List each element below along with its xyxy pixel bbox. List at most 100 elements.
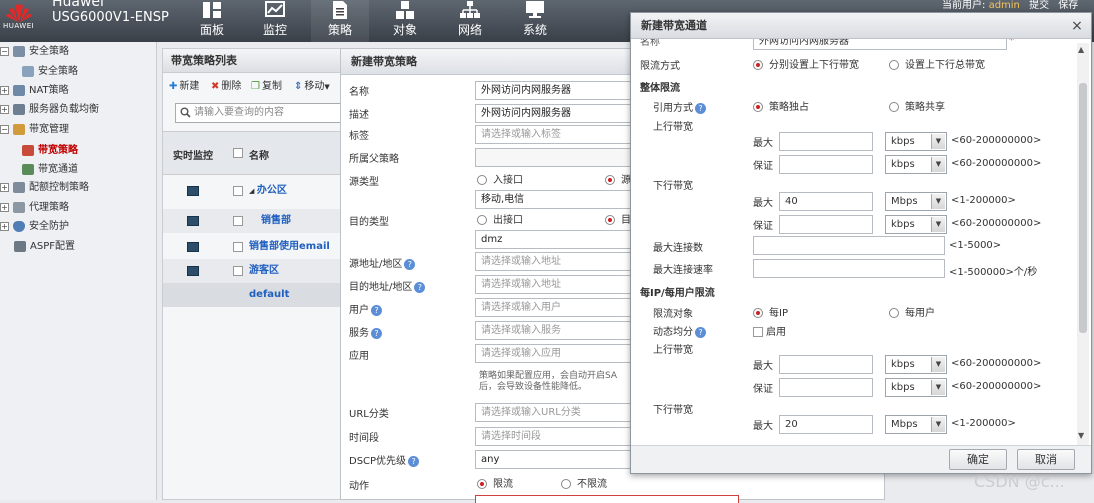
help-icon[interactable]: ? <box>371 304 382 316</box>
tree-item-nat-policy[interactable]: + NAT策略 <box>0 82 69 100</box>
nav-system[interactable]: 系统 <box>506 0 564 42</box>
row-checkbox[interactable] <box>233 216 243 226</box>
per-up-max-input[interactable] <box>779 355 873 374</box>
nav-policy[interactable]: 策略 <box>311 0 369 42</box>
table-row-default[interactable]: default <box>163 283 341 307</box>
expand-icon[interactable]: + <box>0 202 9 212</box>
select-all-checkbox[interactable] <box>233 148 243 158</box>
monitor-icon[interactable] <box>187 242 199 252</box>
scrollbar-thumb[interactable] <box>1079 83 1087 333</box>
per-up-guar-input[interactable] <box>779 378 873 397</box>
ok-button[interactable]: 确定 <box>949 449 1007 470</box>
submit-link[interactable]: 提交 <box>1029 0 1049 11</box>
tree-item-security-policy[interactable]: − 安全策略 <box>0 43 69 61</box>
tree-item-protection[interactable]: + 安全防护 <box>0 218 69 236</box>
tree-item-proxy[interactable]: + 代理策略 <box>0 199 69 217</box>
limit-mode-total-radio[interactable]: 设置上下行总带宽 <box>889 56 985 71</box>
overall-up-max-unit-select[interactable]: kbps ▼ <box>885 132 947 151</box>
source-type-interface-radio[interactable]: 入接口 <box>477 171 523 186</box>
partial-input-cutoff[interactable] <box>475 495 739 503</box>
destination-type-zone-radio[interactable]: 目 <box>605 211 631 226</box>
copy-button[interactable]: ❐ 复制 <box>251 79 282 95</box>
help-icon[interactable]: ? <box>695 102 706 114</box>
move-button[interactable]: ⇕ 移动▼ <box>294 79 330 95</box>
table-row[interactable]: 游客区 <box>163 259 341 283</box>
overall-up-max-input[interactable] <box>779 132 873 151</box>
row-checkbox[interactable] <box>233 242 243 252</box>
tree-item-bandwidth-policy[interactable]: 带宽策略 <box>22 142 78 160</box>
tag-input[interactable]: 请选择或输入标签 <box>475 125 635 144</box>
new-button[interactable]: ✚ 新建 <box>169 79 199 95</box>
tree-item-security-policy-sub[interactable]: 安全策略 <box>22 63 78 81</box>
action-limit-radio[interactable]: 限流 <box>477 475 513 490</box>
cancel-button[interactable]: 取消 <box>1017 449 1075 470</box>
overall-up-guar-unit-select[interactable]: kbps ▼ <box>885 155 947 174</box>
action-nolimit-radio[interactable]: 不限流 <box>561 475 607 490</box>
dialog-scrollbar[interactable]: ▲ ▼ <box>1077 43 1089 445</box>
reference-exclusive-radio[interactable]: 策略独占 <box>753 98 809 113</box>
help-icon[interactable]: ? <box>404 258 416 270</box>
per-up-guar-unit-select[interactable]: kbps ▼ <box>885 378 947 397</box>
tree-item-aspf[interactable]: ASPF配置 <box>14 238 75 256</box>
monitor-icon[interactable] <box>187 186 199 196</box>
tree-item-quota[interactable]: + 配额控制策略 <box>0 179 89 197</box>
source-type-zone-radio[interactable]: 源 <box>605 171 631 186</box>
scroll-down-icon[interactable]: ▼ <box>1078 431 1084 440</box>
application-input[interactable]: 请选择或输入应用 <box>475 344 635 363</box>
reference-shared-radio[interactable]: 策略共享 <box>889 98 945 113</box>
description-input[interactable]: 外网访问内网服务器 <box>475 104 635 123</box>
nav-monitor[interactable]: 监控 <box>246 0 304 42</box>
user-input[interactable]: 请选择或输入用户 <box>475 298 635 317</box>
limit-mode-separate-radio[interactable]: 分别设置上下行带宽 <box>753 56 859 71</box>
limit-object-ip-radio[interactable]: 每IP <box>753 304 788 319</box>
expand-icon[interactable]: + <box>0 85 9 95</box>
nav-network[interactable]: 网络 <box>441 0 499 42</box>
time-range-input[interactable]: 请选择时间段 <box>475 427 635 446</box>
close-icon[interactable]: × <box>1067 16 1087 36</box>
collapse-icon[interactable]: − <box>0 124 9 134</box>
help-icon[interactable]: ? <box>695 326 706 338</box>
destination-zone-input[interactable]: dmz <box>475 230 635 249</box>
row-checkbox[interactable] <box>233 186 243 196</box>
source-zone-input[interactable]: 移动,电信 <box>475 190 635 209</box>
tree-item-slb[interactable]: + 服务器负载均衡 <box>0 101 99 119</box>
nav-dashboard[interactable]: 面板 <box>183 0 241 42</box>
expand-icon[interactable]: + <box>0 182 9 192</box>
per-up-max-unit-select[interactable]: kbps ▼ <box>885 355 947 374</box>
service-input[interactable]: 请选择或输入服务 <box>475 321 635 340</box>
overall-down-max-unit-select[interactable]: Mbps ▼ <box>885 192 947 211</box>
dynamic-share-checkbox[interactable]: 启用 <box>753 323 786 338</box>
overall-down-guar-unit-select[interactable]: kbps ▼ <box>885 215 947 234</box>
parent-policy-input[interactable] <box>475 148 635 167</box>
table-row[interactable]: 销售部使用email <box>163 235 341 259</box>
destination-address-input[interactable]: 请选择或输入地址 <box>475 275 635 294</box>
source-address-input[interactable]: 请选择或输入地址 <box>475 252 635 271</box>
overall-down-max-input[interactable]: 40 <box>779 192 873 211</box>
monitor-icon[interactable] <box>187 266 199 276</box>
monitor-icon[interactable] <box>187 216 199 226</box>
channel-name-input[interactable]: 外网访问内网服务器 <box>753 39 1007 50</box>
max-connections-input[interactable] <box>753 236 945 255</box>
search-input[interactable]: 请输入要查询的内容 <box>175 103 343 123</box>
overall-down-guar-input[interactable] <box>779 215 873 234</box>
scroll-up-icon[interactable]: ▲ <box>1078 45 1084 54</box>
row-checkbox[interactable] <box>233 266 243 276</box>
dscp-select[interactable]: any <box>475 450 635 469</box>
url-category-input[interactable]: 请选择或输入URL分类 <box>475 403 635 422</box>
per-down-max-unit-select[interactable]: Mbps ▼ <box>885 415 947 434</box>
limit-object-user-radio[interactable]: 每用户 <box>889 304 935 319</box>
nav-object[interactable]: 对象 <box>376 0 434 42</box>
table-row[interactable]: ◢ 办公区 <box>163 179 341 203</box>
per-down-max-input[interactable]: 20 <box>779 415 873 434</box>
collapse-icon[interactable]: − <box>0 46 9 56</box>
max-connection-rate-input[interactable] <box>753 259 945 278</box>
help-icon[interactable]: ? <box>408 455 420 467</box>
expand-icon[interactable]: + <box>0 221 9 231</box>
delete-button[interactable]: ✖ 删除 <box>211 79 241 95</box>
help-icon[interactable]: ? <box>414 281 426 293</box>
expand-icon[interactable]: + <box>0 104 9 114</box>
help-icon[interactable]: ? <box>371 327 382 339</box>
tree-item-bandwidth-mgmt[interactable]: − 带宽管理 <box>0 121 69 139</box>
tree-item-bandwidth-channel[interactable]: 带宽通道 <box>22 161 78 179</box>
save-link[interactable]: 保存 <box>1058 0 1078 11</box>
